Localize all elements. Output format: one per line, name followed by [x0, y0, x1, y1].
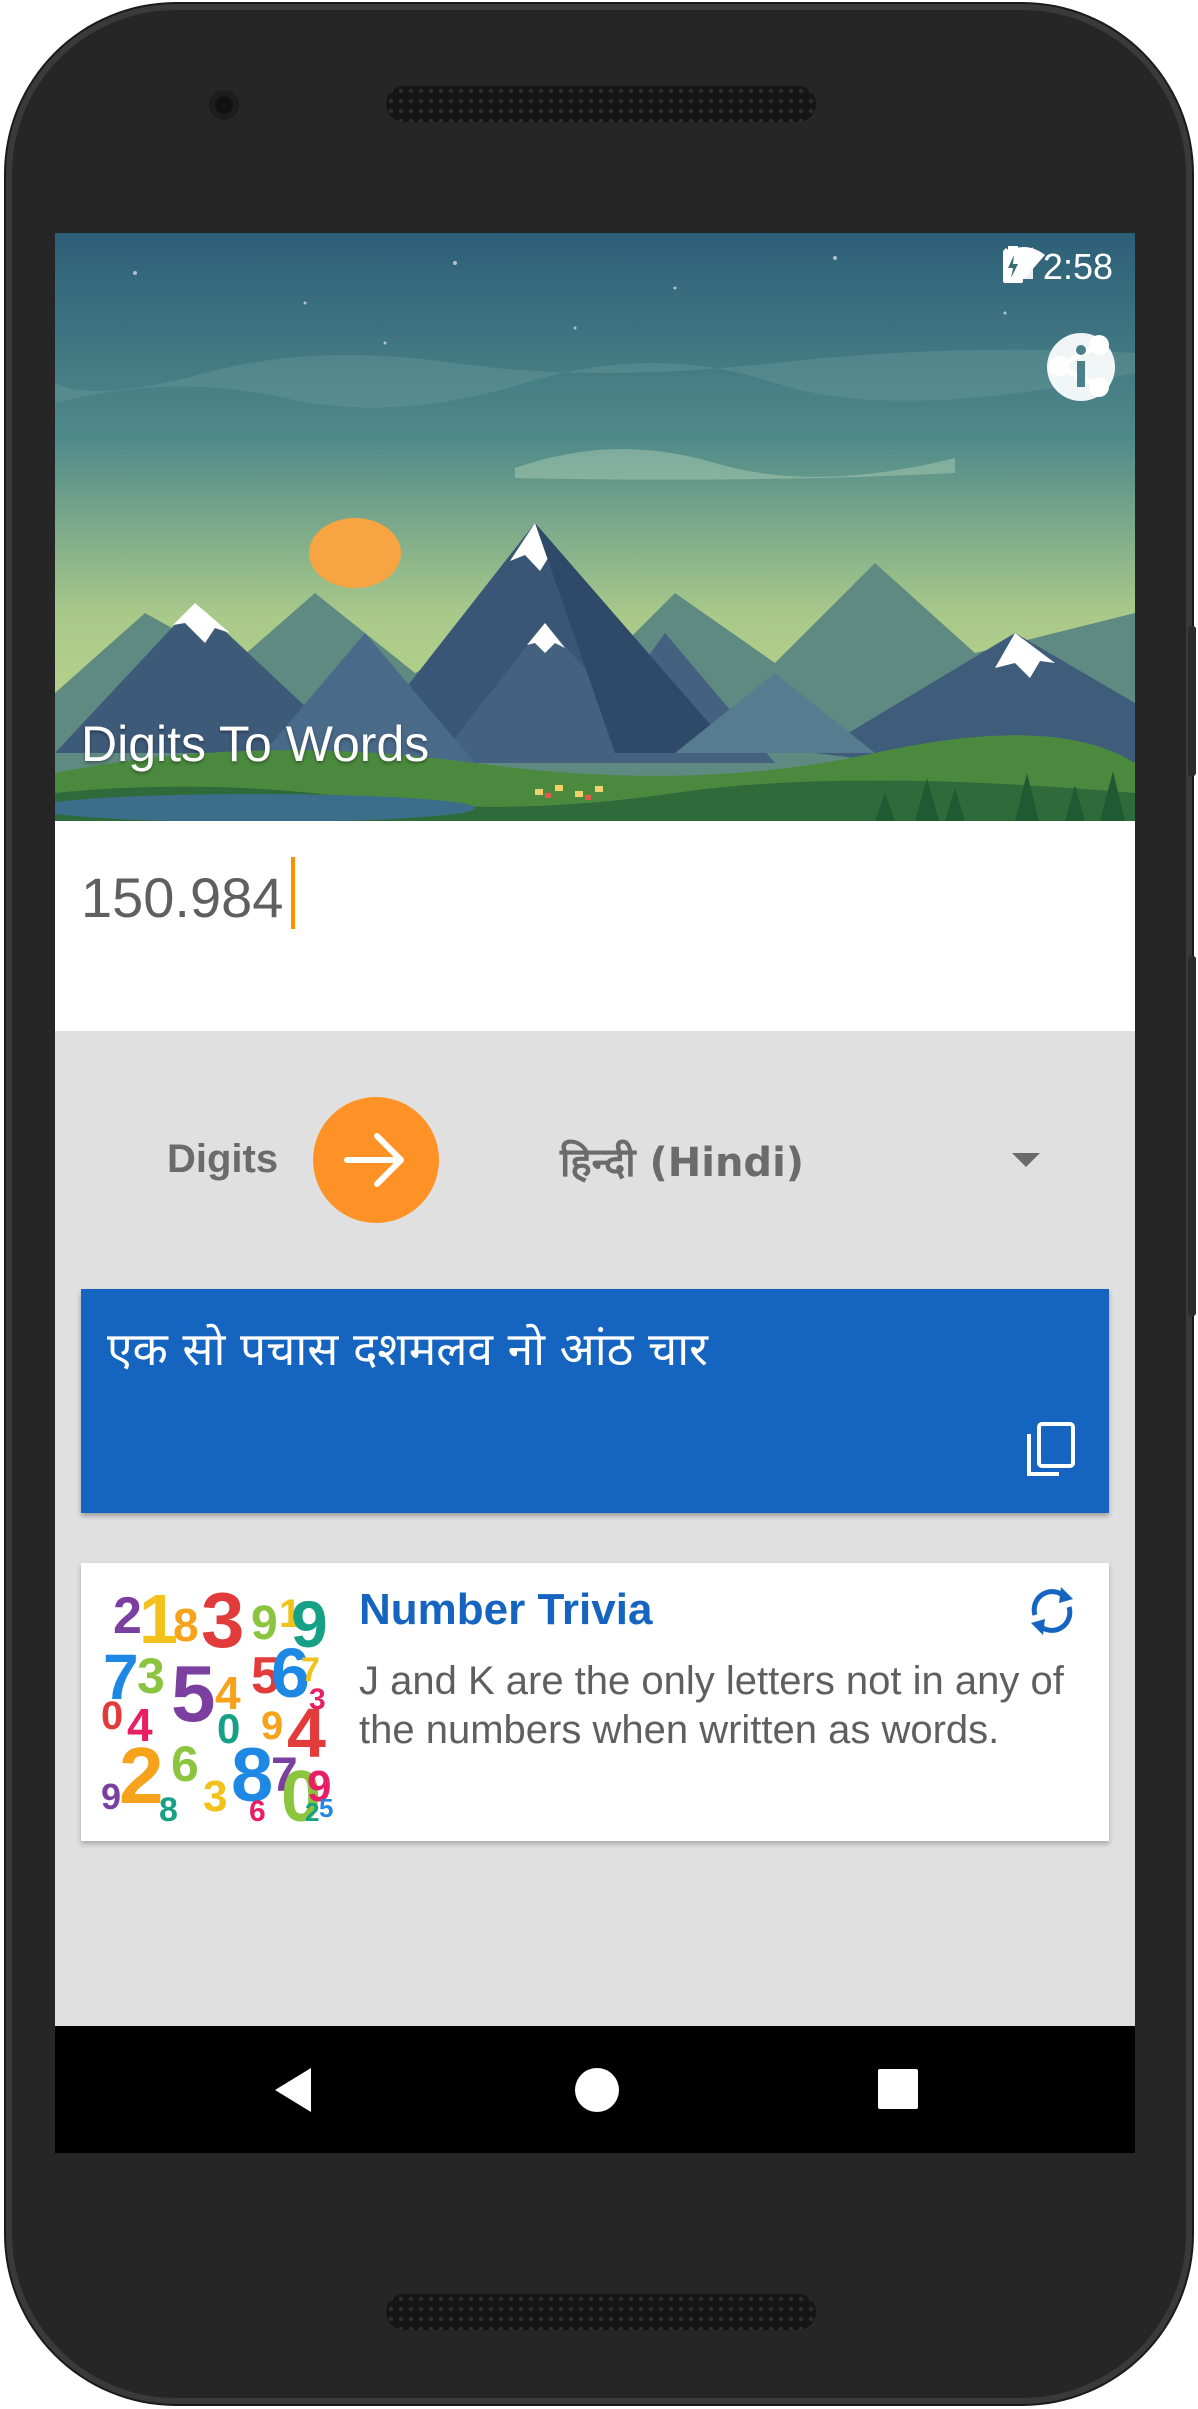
number-input[interactable] — [81, 857, 1101, 937]
svg-text:8: 8 — [173, 1599, 199, 1651]
svg-text:5: 5 — [171, 1649, 216, 1738]
copy-icon[interactable] — [1023, 1420, 1079, 1485]
page-title: Digits To Words — [81, 716, 430, 772]
input-area — [55, 821, 1135, 1031]
earpiece-speaker — [386, 86, 816, 122]
convert-button[interactable] — [313, 1097, 439, 1223]
status-bar: 2:58 — [1001, 245, 1113, 289]
text-cursor — [291, 857, 295, 929]
front-camera — [209, 90, 239, 120]
conversion-row: Digits हिन्दी (Hindi) — [55, 1097, 1135, 1227]
svg-text:2: 2 — [113, 1587, 142, 1645]
app-screen: 2:58 Digits To Words Digit — [55, 233, 1135, 2153]
trivia-card: 2 1 8 3 9 1 9 7 3 5 4 5 6 7 3 0 4 0 9 4 — [81, 1563, 1109, 1841]
svg-text:2: 2 — [119, 1731, 164, 1820]
svg-text:2: 2 — [305, 1797, 319, 1823]
svg-text:6: 6 — [249, 1795, 266, 1823]
refresh-icon[interactable] — [1025, 1581, 1079, 1646]
home-icon[interactable] — [573, 2066, 621, 2119]
svg-text:6: 6 — [171, 1736, 199, 1792]
svg-text:8: 8 — [159, 1791, 178, 1823]
volume-button — [1188, 956, 1196, 1316]
bottom-speaker — [386, 2294, 816, 2330]
app-header: 2:58 Digits To Words — [55, 233, 1135, 821]
svg-text:5: 5 — [319, 1793, 333, 1823]
language-dropdown[interactable]: हिन्दी (Hindi) — [560, 1127, 1040, 1193]
trivia-title: Number Trivia — [359, 1585, 653, 1634]
svg-text:9: 9 — [101, 1776, 121, 1817]
clock: 2:58 — [1042, 246, 1113, 287]
selected-language: हिन्दी (Hindi) — [560, 1139, 805, 1186]
trivia-text: J and K are the only letters not in any … — [359, 1659, 1064, 1752]
recents-icon[interactable] — [877, 2068, 919, 2115]
result-card: एक सो पचास दशमलव नो आंठ चार — [81, 1289, 1109, 1513]
colorful-numbers-image: 2 1 8 3 9 1 9 7 3 5 4 5 6 7 3 0 4 0 9 4 — [101, 1581, 333, 1823]
svg-text:3: 3 — [137, 1648, 165, 1704]
source-type-label: Digits — [167, 1137, 279, 1181]
result-text: एक सो पचास दशमलव नो आंठ चार — [107, 1322, 708, 1376]
navigation-bar — [55, 2026, 1135, 2153]
back-icon[interactable] — [271, 2066, 315, 2119]
power-button — [1188, 626, 1196, 776]
svg-text:3: 3 — [203, 1772, 227, 1821]
arrow-right-icon — [344, 1133, 404, 1187]
dropdown-arrow-icon — [1012, 1153, 1040, 1167]
